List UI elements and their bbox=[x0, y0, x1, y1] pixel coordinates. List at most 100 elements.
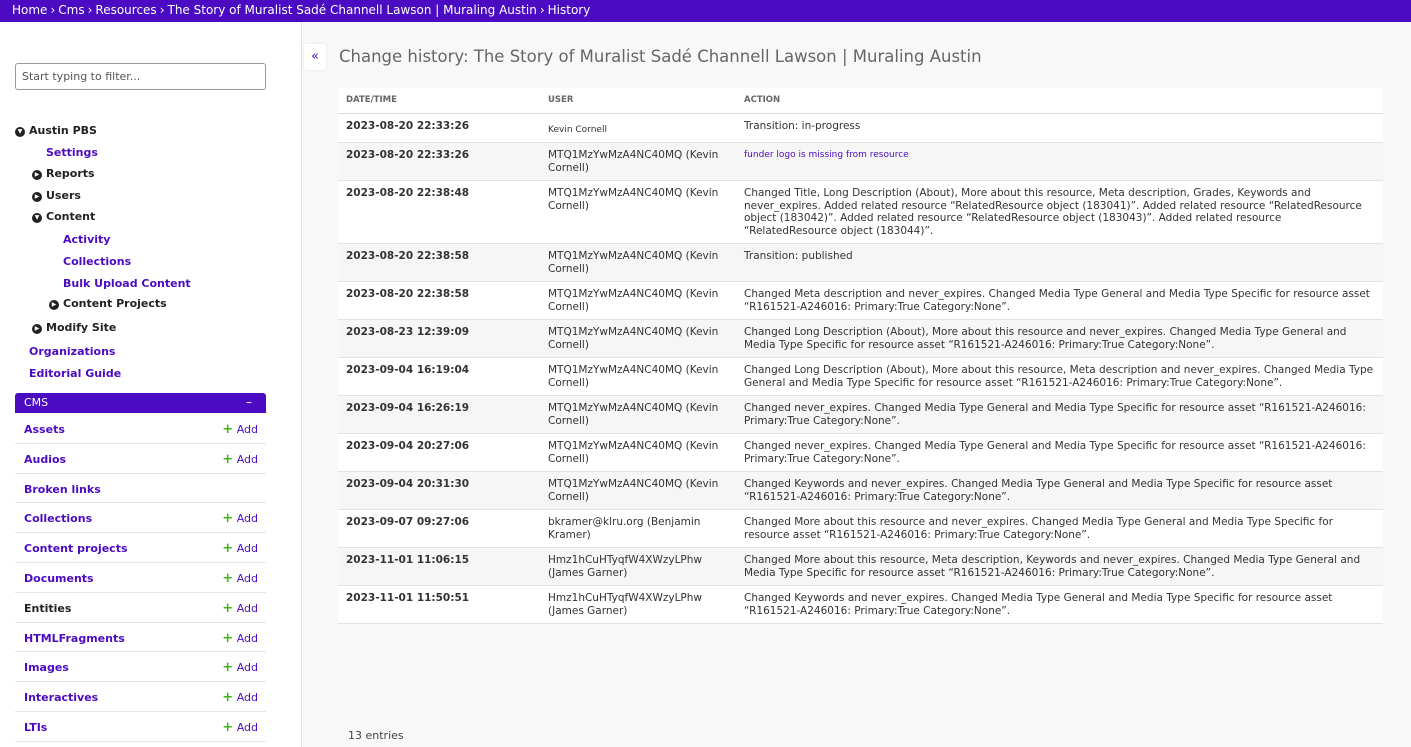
add-label: Add bbox=[236, 601, 258, 615]
add-label: Add bbox=[236, 512, 258, 526]
add-button[interactable]: + Add bbox=[222, 660, 258, 675]
add-button[interactable]: + Add bbox=[222, 571, 258, 586]
add-label: Add bbox=[236, 452, 258, 466]
expand-toggle-icon[interactable]: ▶ bbox=[32, 170, 42, 180]
cms-section-title: CMS bbox=[24, 396, 49, 409]
cell-action: Transition: in-progress bbox=[736, 113, 1383, 143]
collapse-minus-icon[interactable]: – bbox=[246, 395, 252, 409]
table-row: 2023-08-20 22:33:26 Kevin Cornell Transiti… bbox=[338, 113, 1383, 143]
plus-icon: + bbox=[222, 422, 234, 437]
tree-item-content[interactable]: ▼ Content bbox=[32, 210, 95, 223]
tree-item-modify-site[interactable]: ▶ Modify Site bbox=[32, 321, 116, 334]
table-row: 2023-11-01 11:50:51 Hmz1hCuHTyqfW4XWzyLPh… bbox=[338, 585, 1383, 624]
cms-item-link[interactable]: Collections bbox=[24, 512, 92, 525]
cms-item-link[interactable]: HTMLFragments bbox=[24, 632, 125, 645]
cms-list-item: LTIs + Add bbox=[15, 712, 266, 742]
cms-list-item: Collections + Add bbox=[15, 503, 266, 534]
page-title: Change history: The Story of Muralist Sa… bbox=[339, 47, 982, 66]
cms-list-item: Audios + Add bbox=[15, 444, 266, 474]
cell-user: MTQ1MzYwMzA4NC40MQ (Kevin Cornell) bbox=[540, 319, 736, 358]
table-row: 2023-09-04 16:26:19 MTQ1MzYwMzA4NC40MQ (K… bbox=[338, 395, 1383, 434]
add-button[interactable]: + Add bbox=[222, 601, 258, 616]
cell-datetime: 2023-09-04 16:26:19 bbox=[338, 395, 540, 434]
cell-user: MTQ1MzYwMzA4NC40MQ (Kevin Cornell) bbox=[540, 433, 736, 472]
add-button[interactable]: + Add bbox=[222, 452, 258, 467]
column-header-user: USER bbox=[540, 88, 736, 114]
cell-action: Changed never_expires. Changed Media Typ… bbox=[736, 395, 1383, 434]
cms-item-link[interactable]: Entities bbox=[24, 602, 71, 615]
table-row: 2023-11-01 11:06:15 Hmz1hCuHTyqfW4XWzyLPh… bbox=[338, 547, 1383, 586]
cell-user: Kevin Cornell bbox=[540, 113, 736, 143]
cell-user: MTQ1MzYwMzA4NC40MQ (Kevin Cornell) bbox=[540, 142, 736, 181]
add-label: Add bbox=[236, 691, 258, 705]
tree-item-collections[interactable]: Collections bbox=[63, 255, 131, 268]
collapse-toggle-icon[interactable]: ▼ bbox=[32, 213, 42, 223]
breadcrumb: Home › Cms › Resources › The Story of Muralist… bbox=[0, 0, 1411, 22]
cell-datetime: 2023-09-04 16:19:04 bbox=[338, 357, 540, 396]
cell-action: Transition: published bbox=[736, 243, 1383, 282]
collapse-sidebar-button[interactable]: « bbox=[304, 44, 326, 70]
cms-list-item: Broken links bbox=[15, 474, 266, 504]
expand-toggle-icon[interactable]: ▶ bbox=[49, 300, 59, 310]
plus-icon: + bbox=[222, 600, 234, 616]
cell-action: Changed never_expires. Changed Media Typ… bbox=[736, 433, 1383, 472]
cms-item-link[interactable]: LTIs bbox=[24, 721, 47, 734]
tree-item-bulk-upload[interactable]: Bulk Upload Content bbox=[63, 277, 191, 290]
cell-action-link[interactable]: funder logo is missing from resource bbox=[736, 142, 1383, 181]
cell-user: Hmz1hCuHTyqfW4XWzyLPhw (James Garner) bbox=[540, 547, 736, 586]
tree-item-reports[interactable]: ▶ Reports bbox=[32, 167, 95, 180]
breadcrumb-separator: › bbox=[159, 3, 165, 17]
tree-item-settings[interactable]: Settings bbox=[46, 146, 98, 159]
add-button[interactable]: + Add bbox=[222, 422, 258, 437]
add-label: Add bbox=[236, 423, 258, 436]
cell-action: Changed Meta description and never_expir… bbox=[736, 281, 1383, 320]
sidebar-filter-input[interactable] bbox=[15, 63, 266, 90]
cms-section-header[interactable]: CMS – bbox=[15, 393, 266, 413]
cms-list-item: Images + Add bbox=[15, 652, 266, 683]
cell-action: Changed Long Description (About), More a… bbox=[736, 319, 1383, 358]
cms-item-link[interactable]: Images bbox=[24, 661, 69, 674]
breadcrumb-home[interactable]: Home bbox=[12, 3, 47, 17]
cell-datetime: 2023-09-07 09:27:06 bbox=[338, 509, 540, 548]
add-button[interactable]: + Add bbox=[222, 541, 258, 556]
plus-icon: + bbox=[222, 570, 234, 586]
collapse-toggle-icon[interactable]: ▼ bbox=[15, 127, 25, 137]
add-button[interactable]: + Add bbox=[222, 720, 258, 735]
tree-item-content-projects[interactable]: ▶ Content Projects bbox=[49, 297, 167, 310]
add-label: Add bbox=[236, 571, 258, 585]
expand-toggle-icon[interactable]: ▶ bbox=[32, 324, 42, 334]
breadcrumb-separator: › bbox=[87, 3, 93, 17]
cms-item-link[interactable]: Assets bbox=[24, 423, 65, 436]
cms-item-link[interactable]: Audios bbox=[24, 453, 66, 466]
table-row: 2023-08-20 22:38:58 MTQ1MzYwMzA4NC40MQ (K… bbox=[338, 281, 1383, 320]
tree-item-austin-pbs[interactable]: ▼ Austin PBS bbox=[15, 124, 97, 137]
add-button[interactable]: + Add bbox=[222, 690, 258, 705]
expand-toggle-icon[interactable]: ▶ bbox=[32, 192, 42, 202]
breadcrumb-cms[interactable]: Cms bbox=[58, 3, 84, 17]
tree-item-users[interactable]: ▶ Users bbox=[32, 189, 81, 202]
sidebar: ▼Austin PBS Settings ▶Reports ▶Users ▼Co… bbox=[0, 22, 302, 747]
cms-list-item: Content projects + Add bbox=[15, 533, 266, 563]
add-button[interactable]: + Add bbox=[222, 631, 258, 646]
breadcrumb-resource[interactable]: The Story of Muralist Sadé Channell Laws… bbox=[168, 3, 537, 17]
plus-icon: + bbox=[222, 541, 234, 557]
tree-item-organizations[interactable]: Organizations bbox=[29, 345, 115, 358]
cms-item-link[interactable]: Interactives bbox=[24, 691, 98, 704]
cms-item-link[interactable]: Broken links bbox=[24, 483, 101, 496]
cell-action: Changed Long Description (About), More a… bbox=[736, 357, 1383, 396]
add-button[interactable]: + Add bbox=[222, 511, 258, 526]
tree-item-editorial-guide[interactable]: Editorial Guide bbox=[29, 367, 121, 380]
cms-item-link[interactable]: Documents bbox=[24, 572, 94, 585]
table-row: 2023-09-04 20:27:06 MTQ1MzYwMzA4NC40MQ (K… bbox=[338, 433, 1383, 472]
breadcrumb-history: History bbox=[547, 3, 591, 17]
breadcrumb-separator: › bbox=[50, 3, 56, 17]
cms-item-link[interactable]: Content projects bbox=[24, 542, 128, 555]
cell-user: MTQ1MzYwMzA4NC40MQ (Kevin Cornell) bbox=[540, 281, 736, 320]
cell-datetime: 2023-08-20 22:33:26 bbox=[338, 113, 540, 143]
tree-item-activity[interactable]: Activity bbox=[63, 233, 110, 246]
table-row: 2023-09-04 16:19:04 MTQ1MzYwMzA4NC40MQ (K… bbox=[338, 357, 1383, 396]
add-label: Add bbox=[236, 631, 258, 645]
cell-datetime: 2023-08-20 22:38:58 bbox=[338, 243, 540, 282]
breadcrumb-resources[interactable]: Resources bbox=[95, 3, 156, 17]
cell-action: Changed Keywords and never_expires. Chan… bbox=[736, 585, 1383, 624]
